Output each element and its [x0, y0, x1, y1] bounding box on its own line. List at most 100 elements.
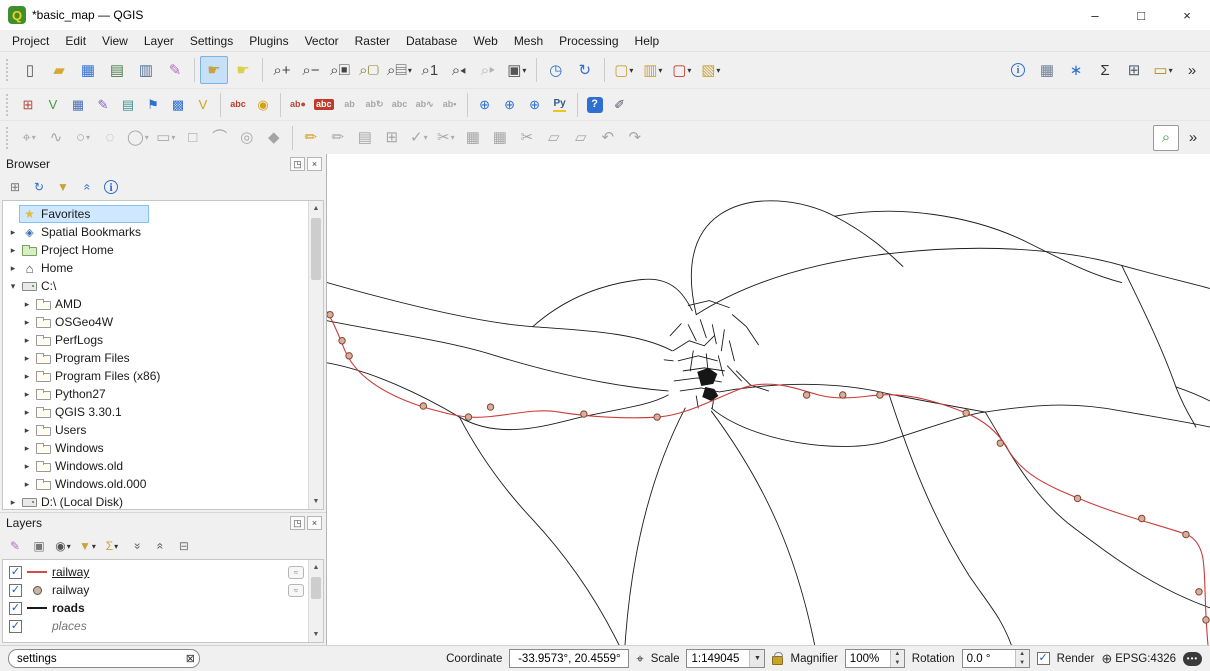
manage-map-themes-button[interactable]: ◉▾ — [52, 535, 74, 557]
zoom-native-button[interactable]: ⌕1 — [416, 56, 444, 84]
locator-clear-icon[interactable]: ⊠ — [186, 652, 195, 665]
scroll-up-icon[interactable]: ▲ — [309, 560, 323, 575]
layers-close-button[interactable]: × — [307, 516, 322, 530]
browser-item-d-local-disk[interactable]: ▸D:\ (Local Disk) — [3, 493, 308, 509]
field-calculator-button[interactable]: ⊞ — [1120, 56, 1148, 84]
spin-up-icon[interactable]: ▲ — [1016, 650, 1029, 659]
close-button[interactable]: × — [1164, 0, 1210, 30]
map-canvas[interactable] — [326, 154, 1210, 645]
add-xyz-layer-button[interactable]: V — [191, 93, 215, 117]
scale-dropdown-icon[interactable]: ▼ — [749, 650, 764, 667]
menu-database[interactable]: Database — [398, 32, 465, 50]
expand-all-button[interactable]: « — [125, 535, 147, 557]
data-source-manager-button[interactable]: ⊞ — [16, 93, 40, 117]
layer-row-railway[interactable]: ✓railway≈ — [3, 563, 308, 581]
menu-processing[interactable]: Processing — [551, 32, 626, 50]
menu-mesh[interactable]: Mesh — [506, 32, 551, 50]
dropdown-arrow-icon[interactable]: ▾ — [629, 66, 633, 75]
expander-icon[interactable]: ▸ — [21, 461, 33, 472]
expander-icon[interactable]: ▸ — [21, 371, 33, 382]
layer-checkbox[interactable]: ✓ — [9, 566, 22, 579]
menu-project[interactable]: Project — [4, 32, 57, 50]
dropdown-arrow-icon[interactable]: ▾ — [67, 542, 71, 551]
toolbar-handle[interactable] — [6, 59, 11, 81]
dropdown-arrow-icon[interactable]: ▾ — [32, 133, 36, 142]
menu-plugins[interactable]: Plugins — [241, 32, 296, 50]
measure-line-button[interactable]: ▭▾ — [1149, 56, 1177, 84]
zoom-to-selection-button[interactable]: ⌕▢ — [355, 56, 383, 84]
collapse-all-layers-button[interactable]: « — [149, 535, 171, 557]
minimize-button[interactable]: – — [1072, 0, 1118, 30]
scroll-thumb[interactable] — [311, 577, 321, 599]
add-vector-layer-button[interactable]: V — [41, 93, 65, 117]
menu-settings[interactable]: Settings — [182, 32, 241, 50]
menu-web[interactable]: Web — [465, 32, 505, 50]
coordinate-input[interactable] — [510, 653, 628, 665]
browser-item-amd[interactable]: ▸AMD — [3, 295, 308, 313]
browser-item-project-home[interactable]: ▸Project Home — [3, 241, 308, 259]
open-attribute-table-button[interactable]: ▦ — [1033, 56, 1061, 84]
dropdown-arrow-icon[interactable]: ▾ — [86, 133, 90, 142]
new-map-view-button[interactable]: ▣▾ — [503, 56, 531, 84]
browser-item-users[interactable]: ▸Users — [3, 421, 308, 439]
help-contents-button[interactable]: ? — [583, 93, 607, 117]
dropdown-arrow-icon[interactable]: ▾ — [716, 66, 720, 75]
browser-item-windows[interactable]: ▸Windows — [3, 439, 308, 457]
browser-item-favorites[interactable]: Favorites — [3, 205, 308, 223]
spin-down-icon[interactable]: ▼ — [1016, 659, 1029, 668]
new-geopackage-layer-button[interactable]: ▤ — [116, 93, 140, 117]
scroll-thumb[interactable] — [311, 218, 321, 280]
dropdown-arrow-icon[interactable]: ▾ — [92, 542, 96, 551]
toolbar-handle[interactable] — [6, 94, 11, 116]
crs-globe-icon[interactable]: ⊕ — [1101, 651, 1112, 667]
menu-layer[interactable]: Layer — [136, 32, 182, 50]
refresh-browser-button[interactable]: ↻ — [28, 176, 50, 198]
show-layout-manager-button[interactable]: ▥ — [132, 56, 160, 84]
menu-view[interactable]: View — [94, 32, 136, 50]
expander-icon[interactable]: ▸ — [21, 299, 33, 310]
dropdown-arrow-icon[interactable]: ▾ — [114, 542, 118, 551]
identify-features-button[interactable]: i — [1004, 56, 1032, 84]
layer-label[interactable]: railway — [52, 583, 89, 597]
menu-vector[interactable]: Vector — [297, 32, 347, 50]
expander-icon[interactable]: ▸ — [7, 263, 19, 274]
browser-item-python27[interactable]: ▸Python27 — [3, 385, 308, 403]
scroll-down-icon[interactable]: ▼ — [309, 627, 323, 642]
layer-row-places[interactable]: ✓places — [3, 617, 308, 635]
locator-search[interactable]: ⊠ — [8, 649, 200, 668]
layers-scrollbar[interactable]: ▲ ▼ — [308, 560, 323, 642]
layer-checkbox[interactable]: ✓ — [9, 584, 22, 597]
menu-raster[interactable]: Raster — [347, 32, 398, 50]
dropdown-arrow-icon[interactable]: ▾ — [424, 133, 428, 142]
layer-label[interactable]: roads — [52, 601, 85, 615]
browser-item-spatial-bookmarks[interactable]: ▸Spatial Bookmarks — [3, 223, 308, 241]
select-by-expression-button[interactable]: ▧▾ — [697, 56, 725, 84]
magnifier-input[interactable] — [846, 653, 890, 665]
dropdown-arrow-icon[interactable]: ▾ — [451, 133, 455, 142]
expander-icon[interactable]: ▸ — [21, 425, 33, 436]
new-shapefile-layer-button[interactable]: ✎ — [91, 93, 115, 117]
temporal-controller-button[interactable]: ◷ — [542, 56, 570, 84]
filter-by-expression-button[interactable]: Σ▾ — [101, 535, 123, 557]
layer-label[interactable]: railway — [52, 565, 89, 579]
remove-layer-button[interactable]: ⊟ — [173, 535, 195, 557]
zoom-to-layer-button[interactable]: ⌕▤▾ — [384, 56, 415, 84]
expander-icon[interactable]: ▸ — [7, 227, 19, 238]
browser-item-c[interactable]: ▾C:\ — [3, 277, 308, 295]
filter-legend-button[interactable]: ▼▾ — [76, 535, 99, 557]
zoom-last-button[interactable]: ⌕◂ — [445, 56, 473, 84]
open-layer-styling-button[interactable]: ✎ — [4, 535, 26, 557]
browser-float-button[interactable]: ◳ — [290, 157, 305, 171]
browser-item-qgis-3-30-1[interactable]: ▸QGIS 3.30.1 — [3, 403, 308, 421]
menu-help[interactable]: Help — [627, 32, 668, 50]
toolbar-overflow-2-button[interactable]: » — [1180, 125, 1206, 151]
add-raster-layer-button[interactable]: ▦ — [66, 93, 90, 117]
dropdown-arrow-icon[interactable]: ▾ — [171, 133, 175, 142]
select-by-value-button[interactable]: ▥▾ — [639, 56, 667, 84]
browser-item-home[interactable]: ▸Home — [3, 259, 308, 277]
layer-diagram-button[interactable]: ◉ — [251, 93, 275, 117]
messages-icon[interactable]: ••• — [1183, 652, 1202, 666]
zoom-full-button[interactable]: ⌕▣ — [326, 56, 354, 84]
browser-item-osgeo4w[interactable]: ▸OSGeo4W — [3, 313, 308, 331]
save-project-button[interactable]: ▦ — [74, 56, 102, 84]
